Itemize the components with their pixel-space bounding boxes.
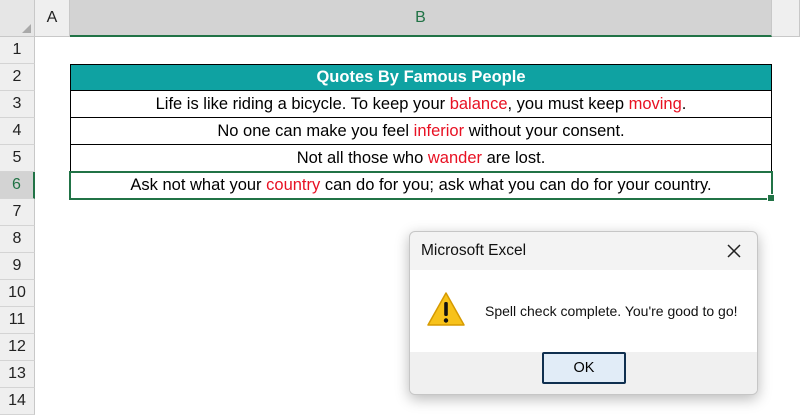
highlighted-word: wander — [427, 148, 482, 167]
quote-cell[interactable]: No one can make you feel inferior withou… — [70, 118, 772, 145]
row-header-6[interactable]: 6 — [0, 172, 35, 199]
column-header-b[interactable]: B — [70, 0, 772, 37]
highlighted-word: moving — [628, 94, 682, 113]
row-header-11[interactable]: 11 — [0, 307, 35, 334]
select-all-corner[interactable] — [0, 0, 35, 37]
highlighted-word: country — [266, 175, 321, 194]
column-header-a[interactable]: A — [35, 0, 70, 37]
row-header-4[interactable]: 4 — [0, 118, 35, 145]
row-header-5[interactable]: 5 — [0, 145, 35, 172]
quote-cell[interactable]: Life is like riding a bicycle. To keep y… — [70, 91, 772, 118]
quote-text: Life is like riding a bicycle. To keep y… — [155, 94, 450, 113]
select-all-triangle-icon — [22, 24, 31, 33]
highlighted-word: inferior — [413, 121, 465, 140]
quote-text: , you must keep — [507, 94, 629, 113]
quote-cell-active[interactable]: Ask not what your country can do for you… — [69, 171, 773, 200]
row-header-3[interactable]: 3 — [0, 91, 35, 118]
quote-cell[interactable]: Not all those who wander are lost. — [70, 145, 772, 172]
dialog-body: Spell check complete. You're good to go! — [410, 270, 757, 352]
ok-button[interactable]: OK — [542, 352, 626, 384]
row-header-7[interactable]: 7 — [0, 199, 35, 226]
quote-text: . — [681, 94, 687, 113]
dialog-footer: OK — [410, 352, 757, 394]
table-header-cell[interactable]: Quotes By Famous People — [70, 64, 772, 91]
row-header-10[interactable]: 10 — [0, 280, 35, 307]
column-header-c[interactable] — [772, 0, 800, 37]
quote-text: No one can make you feel — [217, 121, 414, 140]
highlighted-word: balance — [449, 94, 508, 113]
fill-handle[interactable] — [767, 194, 775, 202]
row-header-8[interactable]: 8 — [0, 226, 35, 253]
quote-text: without your consent. — [464, 121, 625, 140]
quote-text: Not all those who — [296, 148, 428, 167]
dialog-title: Microsoft Excel — [421, 242, 527, 259]
dialog-message: Spell check complete. You're good to go! — [485, 303, 738, 319]
warning-icon — [426, 291, 466, 327]
row-header-13[interactable]: 13 — [0, 361, 35, 388]
close-icon[interactable] — [725, 242, 743, 260]
quote-text: Ask not what your — [130, 175, 267, 194]
quote-text: are lost. — [482, 148, 546, 167]
row-header-14[interactable]: 14 — [0, 388, 35, 415]
row-header-1[interactable]: 1 — [0, 37, 35, 64]
quote-text: can do for you; ask what you can do for … — [320, 175, 712, 194]
spell-check-dialog: Microsoft Excel Spell check complete. Yo… — [409, 231, 758, 395]
row-header-9[interactable]: 9 — [0, 253, 35, 280]
row-header-12[interactable]: 12 — [0, 334, 35, 361]
row-header-2[interactable]: 2 — [0, 64, 35, 91]
